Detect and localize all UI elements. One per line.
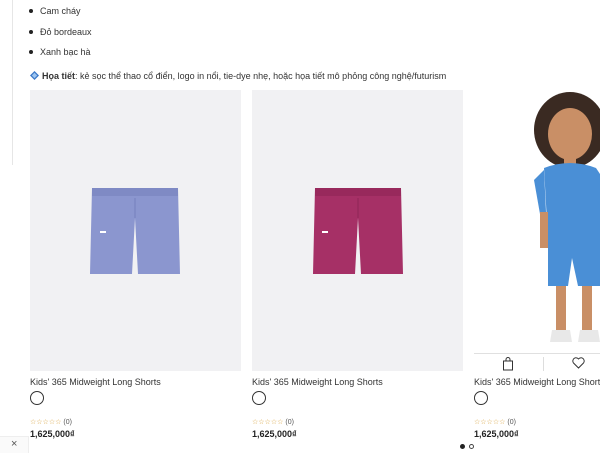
product-image[interactable] (252, 90, 463, 371)
rating-stars: ☆☆☆☆☆ (0) (30, 418, 72, 427)
product-title[interactable]: Kids' 365 Midweight Long Shorts (474, 377, 600, 388)
product-price: 1,625,000₫ (474, 429, 519, 439)
product-actions (474, 353, 600, 374)
review-count: (0) (63, 419, 72, 426)
list-item: Xanh bạc hà (28, 47, 92, 57)
carousel-dot-active[interactable] (460, 444, 465, 449)
color-swatch[interactable] (474, 391, 488, 405)
pattern-label: Họa tiết (42, 71, 76, 81)
list-item: Cam cháy (28, 6, 92, 16)
shopping-bag-icon[interactable] (502, 357, 514, 371)
color-swatch[interactable] (252, 391, 266, 405)
stars-icon: ☆☆☆☆☆ (252, 419, 284, 426)
review-count: (0) (285, 419, 294, 426)
close-icon[interactable]: × (11, 438, 17, 450)
product-price: 1,625,000₫ (252, 429, 297, 439)
product-image[interactable] (474, 90, 600, 374)
shorts-image (90, 188, 180, 274)
child-model-image (534, 92, 600, 342)
color-swatch[interactable] (30, 391, 44, 405)
rating-stars: ☆☆☆☆☆ (0) (252, 418, 294, 427)
divider (543, 357, 544, 371)
product-image[interactable] (30, 90, 241, 371)
pattern-text: : kẻ sọc thể thao cổ điển, logo in nổi, … (75, 71, 447, 81)
blue-diamond-icon (30, 71, 39, 80)
stars-icon: ☆☆☆☆☆ (474, 419, 506, 426)
product-title[interactable]: Kids' 365 Midweight Long Shorts (252, 377, 383, 388)
carousel-dot[interactable] (469, 444, 474, 449)
product-price: 1,625,000₫ (30, 429, 75, 439)
review-count: (0) (507, 419, 516, 426)
stars-icon: ☆☆☆☆☆ (30, 419, 62, 426)
color-options-list: Cam cháy Đỏ bordeaux Xanh bạc hà (28, 6, 92, 68)
product-title[interactable]: Kids' 365 Midweight Long Shorts (30, 377, 161, 388)
left-panel-edge (0, 0, 13, 165)
heart-icon[interactable] (572, 357, 585, 369)
list-item: Đỏ bordeaux (28, 27, 92, 37)
shorts-image (313, 188, 403, 274)
pattern-description: Họa tiết: kẻ sọc thể thao cổ điển, logo … (30, 70, 446, 82)
rating-stars: ☆☆☆☆☆ (0) (474, 418, 516, 427)
